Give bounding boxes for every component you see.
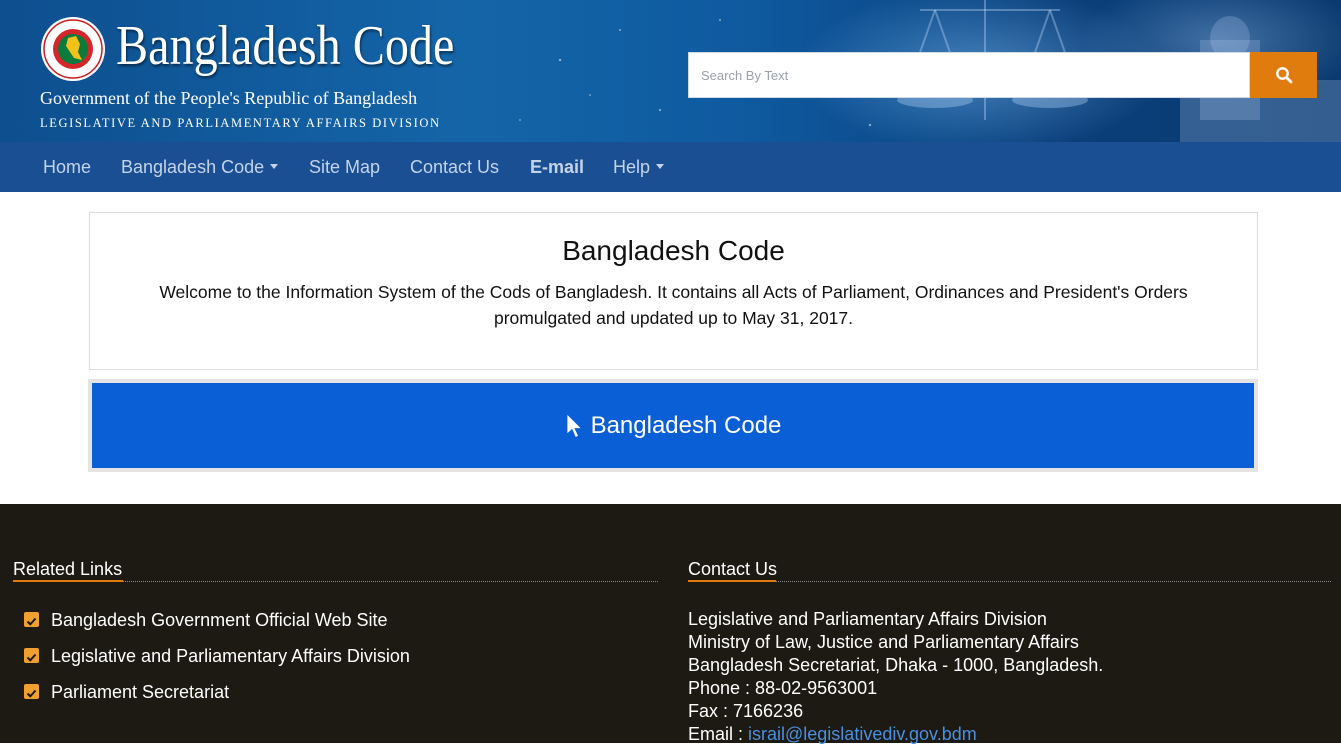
nav-contact-us[interactable]: Contact Us <box>410 142 499 192</box>
related-links-heading: Related Links <box>13 559 123 579</box>
site-header: Bangladesh Code Government of the People… <box>0 0 1341 142</box>
welcome-description-line2: promulgated and updated up to May 31, 20… <box>493 308 853 328</box>
nav-email-label: E-mail <box>530 157 585 177</box>
nav-home[interactable]: Home <box>43 142 91 192</box>
main-navbar: Home Bangladesh Code Site Map Contact Us… <box>0 142 1341 192</box>
pointer-cursor-icon <box>566 412 583 438</box>
nav-bangladesh-code[interactable]: Bangladesh Code <box>121 142 279 192</box>
nav-contact-us-label: Contact Us <box>410 157 500 177</box>
related-link-label: Legislative and Parliamentary Affairs Di… <box>51 646 410 666</box>
contact-organization: Legislative and Parliamentary Affairs Di… <box>688 609 1047 629</box>
bangladesh-code-button-frame: Bangladesh Code <box>88 379 1258 472</box>
related-links-accent <box>13 580 123 582</box>
search-input[interactable] <box>688 52 1250 98</box>
checkbox-icon <box>24 647 39 663</box>
contact-address: Bangladesh Secretariat, Dhaka - 1000, Ba… <box>688 655 1104 675</box>
nav-help[interactable]: Help <box>613 142 665 192</box>
division-subtitle: LEGISLATIVE AND PARLIAMENTARY AFFAIRS DI… <box>40 116 441 130</box>
checkbox-icon <box>24 611 39 627</box>
bangladesh-emblem-icon <box>41 17 105 81</box>
site-title: Bangladesh Code <box>116 15 455 77</box>
related-link-item[interactable]: Bangladesh Government Official Web Site <box>24 609 388 631</box>
contact-us-accent <box>688 580 776 582</box>
bangladesh-code-button-label: Bangladesh Code <box>590 411 782 439</box>
contact-us-heading: Contact Us <box>688 559 778 579</box>
contact-phone: Phone : 88-02-9563001 <box>688 678 878 698</box>
contact-ministry: Ministry of Law, Justice and Parliamenta… <box>688 632 1079 652</box>
related-link-label: Parliament Secretariat <box>51 682 230 702</box>
search-icon <box>1275 67 1292 84</box>
related-link-item[interactable]: Legislative and Parliamentary Affairs Di… <box>24 645 410 667</box>
contact-email-label: Email : <box>688 724 749 744</box>
related-link-label: Bangladesh Government Official Web Site <box>51 610 388 630</box>
contact-email-link[interactable]: israil@legislativediv.gov.bdm <box>748 724 977 744</box>
caret-down-icon <box>656 163 665 169</box>
welcome-description-line1: Welcome to the Information System of the… <box>159 282 1188 302</box>
contact-fax: Fax : 7166236 <box>688 701 804 721</box>
nav-site-map-label: Site Map <box>309 157 381 177</box>
nav-email[interactable]: E-mail <box>530 142 584 192</box>
contact-us-divider <box>688 581 1331 582</box>
page-title: Bangladesh Code <box>562 235 785 266</box>
related-link-item[interactable]: Parliament Secretariat <box>24 681 229 703</box>
welcome-description: Welcome to the Information System of the… <box>130 279 1217 331</box>
checkbox-icon <box>24 683 39 699</box>
site-footer: Related Links Bangladesh Government Offi… <box>0 504 1341 745</box>
welcome-panel: Bangladesh Code Welcome to the Informati… <box>89 212 1258 370</box>
nav-help-label: Help <box>613 157 651 177</box>
bangladesh-code-button[interactable]: Bangladesh Code <box>92 383 1254 468</box>
caret-down-icon <box>270 163 279 169</box>
nav-home-label: Home <box>43 157 92 177</box>
contact-email-row: Email : israil@legislativediv.gov.bdm <box>688 723 977 745</box>
nav-site-map[interactable]: Site Map <box>309 142 380 192</box>
search-button[interactable] <box>1250 52 1317 98</box>
nav-bangladesh-code-label: Bangladesh Code <box>121 157 265 177</box>
government-subtitle: Government of the People's Republic of B… <box>40 88 418 108</box>
